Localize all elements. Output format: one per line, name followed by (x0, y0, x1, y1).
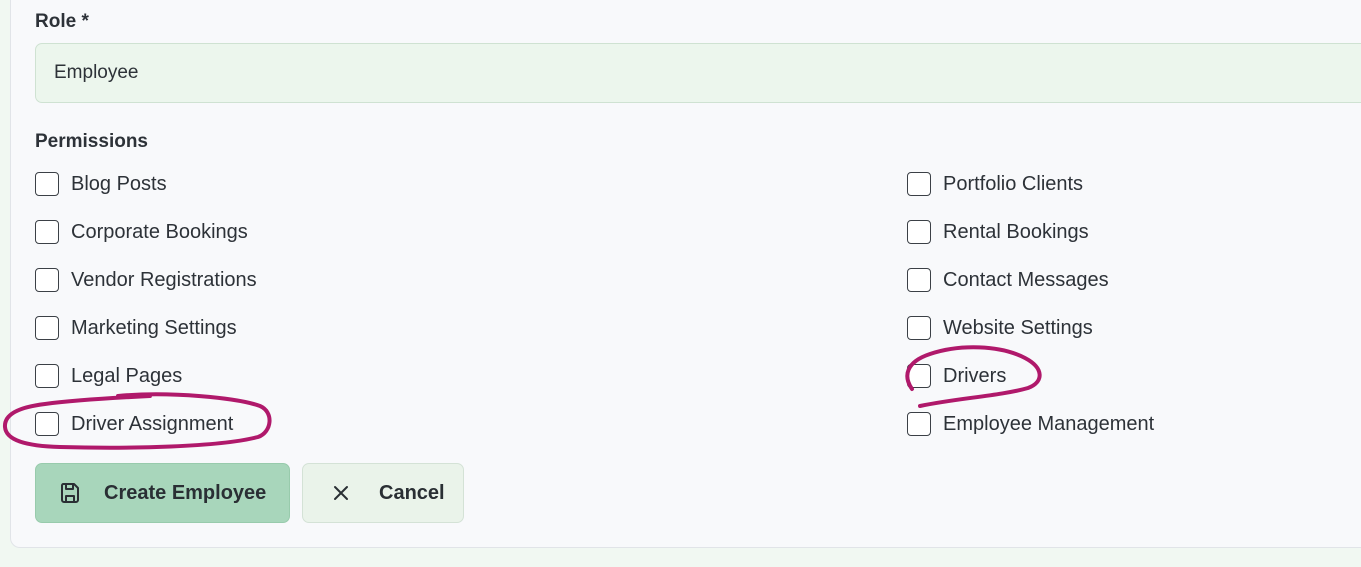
permission-blog-posts[interactable]: Blog Posts (35, 160, 257, 208)
permission-legal-pages[interactable]: Legal Pages (35, 352, 257, 400)
permission-checkbox[interactable] (907, 268, 931, 292)
permission-label: Contact Messages (943, 268, 1109, 291)
permission-checkbox[interactable] (35, 412, 59, 436)
role-select[interactable]: Employee (35, 43, 1361, 103)
permission-label: Employee Management (943, 412, 1155, 435)
permission-checkbox[interactable] (907, 364, 931, 388)
permission-checkbox[interactable] (907, 220, 931, 244)
permission-checkbox[interactable] (907, 172, 931, 196)
employee-form-card: Role * Employee Permissions Blog Posts C… (10, 0, 1361, 548)
role-select-value: Employee (54, 62, 139, 83)
permission-label: Driver Assignment (71, 412, 234, 435)
permission-label: Rental Bookings (943, 220, 1089, 243)
permission-label: Marketing Settings (71, 316, 237, 339)
permission-checkbox[interactable] (907, 412, 931, 436)
cancel-button[interactable]: Cancel (302, 463, 464, 523)
permission-checkbox[interactable] (35, 364, 59, 388)
permission-contact-messages[interactable]: Contact Messages (907, 256, 1154, 304)
close-icon (329, 481, 353, 505)
permission-label: Website Settings (943, 316, 1093, 339)
permissions-left-column: Blog Posts Corporate Bookings Vendor Reg… (35, 160, 257, 448)
permissions-label: Permissions (35, 131, 148, 152)
permission-marketing-settings[interactable]: Marketing Settings (35, 304, 257, 352)
permissions-right-column: Portfolio Clients Rental Bookings Contac… (907, 160, 1154, 448)
permission-corporate-bookings[interactable]: Corporate Bookings (35, 208, 257, 256)
permission-portfolio-clients[interactable]: Portfolio Clients (907, 160, 1154, 208)
permission-label: Blog Posts (71, 172, 167, 195)
create-employee-label: Create Employee (104, 481, 267, 504)
save-icon (58, 481, 82, 505)
permission-checkbox[interactable] (35, 268, 59, 292)
permission-website-settings[interactable]: Website Settings (907, 304, 1154, 352)
permission-employee-management[interactable]: Employee Management (907, 400, 1154, 448)
permission-label: Corporate Bookings (71, 220, 248, 243)
permission-driver-assignment[interactable]: Driver Assignment (35, 400, 257, 448)
permission-label: Legal Pages (71, 364, 183, 387)
permission-checkbox[interactable] (35, 172, 59, 196)
permission-checkbox[interactable] (35, 220, 59, 244)
create-employee-button[interactable]: Create Employee (35, 463, 290, 523)
permission-label: Portfolio Clients (943, 172, 1084, 195)
role-label: Role * (35, 11, 89, 32)
permission-drivers[interactable]: Drivers (907, 352, 1154, 400)
permission-vendor-registrations[interactable]: Vendor Registrations (35, 256, 257, 304)
cancel-label: Cancel (379, 481, 445, 504)
permission-rental-bookings[interactable]: Rental Bookings (907, 208, 1154, 256)
permission-checkbox[interactable] (907, 316, 931, 340)
permission-label: Drivers (943, 364, 1007, 387)
permission-label: Vendor Registrations (71, 268, 257, 291)
permission-checkbox[interactable] (35, 316, 59, 340)
